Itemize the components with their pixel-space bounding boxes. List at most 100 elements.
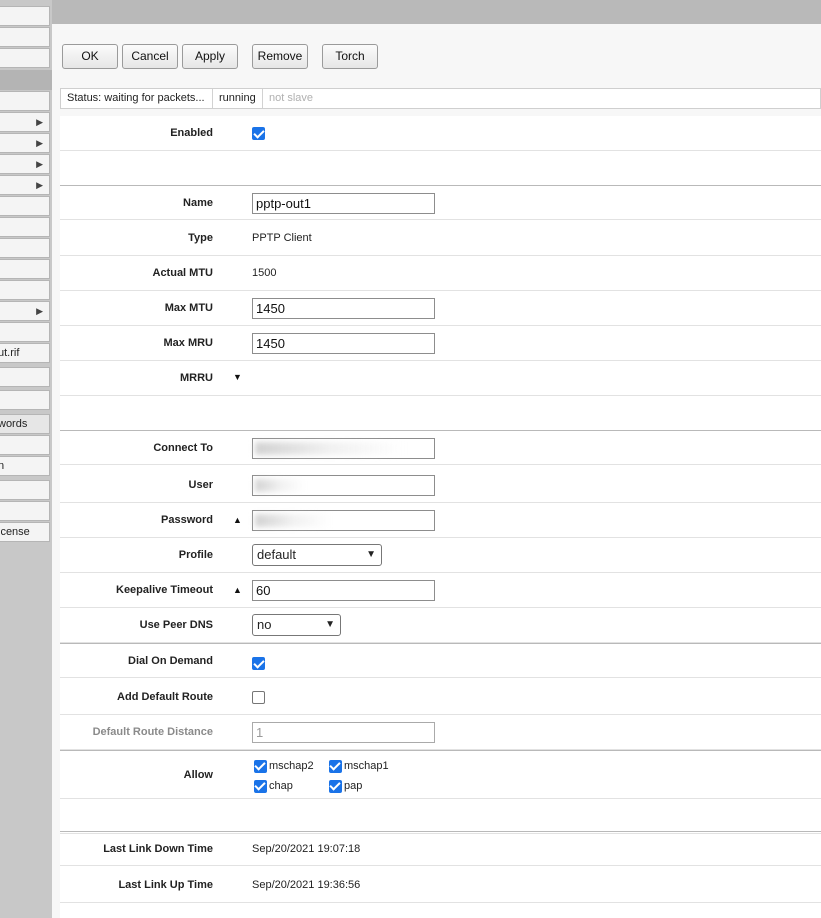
- sidebar-item-submenu[interactable]: ▶: [0, 175, 50, 195]
- user-input[interactable]: [252, 475, 435, 496]
- dial-label: Dial On Demand: [128, 655, 213, 667]
- sidebar-item[interactable]: words: [0, 414, 50, 434]
- route-distance-label: Default Route Distance: [92, 726, 213, 738]
- sidebar-item[interactable]: [0, 390, 50, 410]
- redacted-value: [255, 514, 330, 527]
- peer-dns-label: Use Peer DNS: [139, 619, 213, 631]
- status-slave: not slave: [269, 92, 314, 104]
- row-connect-to: Connect To: [60, 430, 821, 465]
- row-user: User: [60, 468, 821, 503]
- profile-select[interactable]: default ▼: [252, 544, 382, 566]
- row-actual-mtu: Actual MTU 1500: [60, 256, 821, 291]
- max-mtu-input[interactable]: 1450: [252, 298, 435, 319]
- submenu-arrow-icon: ▶: [36, 180, 43, 190]
- sidebar-item[interactable]: [0, 196, 50, 216]
- dial-on-demand-checkbox[interactable]: [252, 657, 265, 670]
- sidebar-item[interactable]: [0, 435, 50, 455]
- add-default-route-checkbox[interactable]: [252, 691, 265, 704]
- sidebar-item-submenu[interactable]: ▶: [0, 133, 50, 153]
- sidebar-item[interactable]: [0, 6, 50, 26]
- submenu-arrow-icon: ▶: [36, 138, 43, 148]
- row-profile: Profile default ▼: [60, 538, 821, 573]
- last-up-label: Last Link Up Time: [118, 879, 213, 891]
- allow-mschap1-label: mschap1: [344, 760, 389, 772]
- row-spacer: [60, 151, 821, 186]
- ok-button[interactable]: OK: [62, 44, 118, 69]
- sidebar-item[interactable]: [0, 322, 50, 342]
- sidebar-item[interactable]: [0, 367, 50, 387]
- sidebar-item-submenu[interactable]: ▶: [0, 112, 50, 132]
- max-mru-input[interactable]: 1450: [252, 333, 435, 354]
- sidebar-separator: [0, 70, 52, 90]
- row-max-mru: Max MRU 1450: [60, 326, 821, 361]
- mrru-label: MRRU: [180, 372, 213, 384]
- sidebar-item-submenu[interactable]: ▶: [0, 301, 50, 321]
- sidebar-item[interactable]: [0, 480, 50, 500]
- chevron-down-icon: ▼: [366, 549, 376, 560]
- sidebar-item[interactable]: [0, 91, 50, 111]
- sidebar-item-label: ut.rif: [0, 347, 20, 359]
- row-name: Name pptp-out1: [60, 185, 821, 220]
- row-keepalive: Keepalive Timeout ▲ 60: [60, 573, 821, 608]
- sidebar-item[interactable]: [0, 259, 50, 279]
- sidebar-item-submenu[interactable]: ▶: [0, 154, 50, 174]
- allow-pap-label: pap: [344, 780, 363, 792]
- keepalive-label: Keepalive Timeout: [116, 584, 213, 596]
- max-mru-label: Max MRU: [163, 337, 213, 349]
- connect-to-input[interactable]: [252, 438, 435, 459]
- cancel-button[interactable]: Cancel: [122, 44, 178, 69]
- sidebar-item[interactable]: [0, 217, 50, 237]
- collapse-up-icon[interactable]: ▲: [233, 515, 242, 525]
- redacted-value: [255, 442, 405, 455]
- allow-pap-checkbox[interactable]: [329, 780, 342, 793]
- sidebar-item[interactable]: [0, 501, 50, 521]
- max-mtu-label: Max MTU: [164, 302, 213, 314]
- row-mrru: MRRU ▼: [60, 361, 821, 396]
- redacted-value: [255, 479, 305, 492]
- name-input[interactable]: pptp-out1: [252, 193, 435, 214]
- collapse-up-icon[interactable]: ▲: [233, 585, 242, 595]
- allow-label: Allow: [183, 769, 213, 781]
- sidebar-item[interactable]: [0, 238, 50, 258]
- sidebar-item-label: words: [0, 418, 28, 430]
- sidebar-item[interactable]: [0, 48, 50, 68]
- keepalive-input[interactable]: 60: [252, 580, 435, 601]
- row-last-down: Last Link Down Time Sep/20/2021 19:07:18: [60, 831, 821, 866]
- row-type: Type PPTP Client: [60, 221, 821, 256]
- allow-mschap2-checkbox[interactable]: [254, 760, 267, 773]
- status-divider: [262, 89, 263, 108]
- apply-button[interactable]: Apply: [182, 44, 238, 69]
- status-running: running: [219, 92, 256, 104]
- submenu-arrow-icon: ▶: [36, 117, 43, 127]
- sidebar-item-label: icense: [0, 526, 30, 538]
- sidebar-item[interactable]: icense: [0, 522, 50, 542]
- row-peer-dns: Use Peer DNS no ▼: [60, 608, 821, 643]
- actual-mtu-value: 1500: [252, 267, 277, 279]
- sidebar-item[interactable]: [0, 280, 50, 300]
- row-last-up: Last Link Up Time Sep/20/2021 19:36:56: [60, 868, 821, 903]
- expand-down-icon[interactable]: ▼: [233, 372, 242, 382]
- allow-mschap1-checkbox[interactable]: [329, 760, 342, 773]
- row-default-route: Add Default Route: [60, 680, 821, 715]
- remove-button[interactable]: Remove: [252, 44, 308, 69]
- interface-form: Enabled Name pptp-out1 Type PPTP Client …: [60, 116, 821, 918]
- row-allow: Allow mschap2 mschap1 chap pap: [60, 750, 821, 799]
- chevron-down-icon: ▼: [325, 619, 335, 630]
- sidebar-item[interactable]: ut.rif: [0, 343, 50, 363]
- sidebar-item[interactable]: [0, 27, 50, 47]
- password-label: Password: [161, 514, 213, 526]
- sidebar-item-label: n: [0, 457, 4, 475]
- type-label: Type: [188, 232, 213, 244]
- row-spacer: [60, 799, 821, 834]
- torch-button[interactable]: Torch: [322, 44, 378, 69]
- last-up-value: Sep/20/2021 19:36:56: [252, 879, 361, 891]
- last-down-label: Last Link Down Time: [103, 843, 213, 855]
- peer-dns-select[interactable]: no ▼: [252, 614, 341, 636]
- row-enabled: Enabled: [60, 116, 821, 151]
- default-route-label: Add Default Route: [117, 691, 213, 703]
- enabled-checkbox[interactable]: [252, 127, 265, 140]
- password-input[interactable]: [252, 510, 435, 531]
- allow-mschap2-label: mschap2: [269, 760, 314, 772]
- allow-chap-checkbox[interactable]: [254, 780, 267, 793]
- sidebar-item[interactable]: n: [0, 456, 50, 476]
